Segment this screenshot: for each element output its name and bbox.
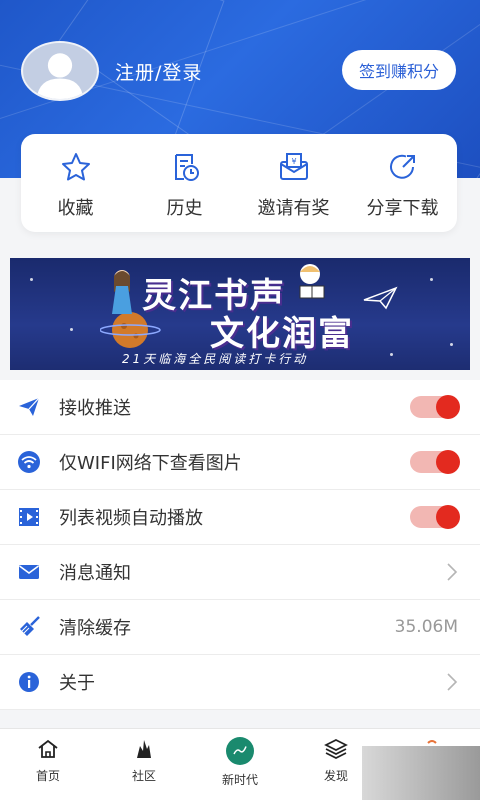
mail-icon [16, 559, 42, 585]
setting-wifi-images[interactable]: 仅WIFI网络下查看图片 [0, 435, 480, 490]
quick-action-history[interactable]: 历史 [130, 134, 239, 232]
discover-icon [324, 739, 348, 759]
autoplay-toggle[interactable] [410, 505, 460, 529]
tab-home[interactable]: 首页 [0, 729, 96, 800]
setting-label: 关于 [59, 673, 95, 694]
settings-list: 接收推送 仅WIFI网络下查看图片 列表视频自动播放 消息通知 清除缓存 35.… [0, 380, 480, 710]
corner-overlay [362, 746, 480, 800]
setting-clear-cache[interactable]: 清除缓存 35.06M [0, 600, 480, 655]
tab-label: 发现 [323, 769, 348, 783]
setting-receive-push[interactable]: 接收推送 [0, 380, 480, 435]
signin-points-button[interactable]: 签到赚积分 [342, 50, 456, 90]
tab-label: 新时代 [221, 773, 258, 787]
video-icon [16, 504, 42, 530]
new-era-icon [226, 737, 254, 765]
setting-label: 仅WIFI网络下查看图片 [59, 453, 242, 474]
push-toggle[interactable] [410, 395, 460, 419]
quick-action-label: 历史 [166, 198, 203, 219]
share-icon [389, 154, 415, 179]
info-icon [16, 669, 42, 695]
star-icon [61, 153, 90, 181]
banner-star [450, 343, 453, 346]
chevron-right-icon [447, 563, 458, 581]
tab-label: 社区 [131, 769, 156, 783]
paper-plane-icon [363, 286, 398, 310]
tab-label: 首页 [35, 769, 60, 783]
default-user-icon [23, 43, 97, 99]
quick-action-share[interactable]: 分享下载 [348, 134, 457, 232]
reading-campaign-banner[interactable]: 灵江书声 文化润富 21天临海全民阅读打卡行动 [10, 258, 470, 370]
tab-community[interactable]: 社区 [96, 729, 192, 800]
quick-action-label: 分享下载 [366, 198, 439, 219]
toggle-knob [436, 395, 460, 419]
banner-star [30, 278, 33, 281]
banner-star [70, 328, 73, 331]
setting-autoplay-video[interactable]: 列表视频自动播放 [0, 490, 480, 545]
chevron-right-icon [447, 673, 458, 691]
quick-actions-card: 收藏 历史 ¥ 邀请有奖 分享下载 [21, 134, 457, 232]
banner-star [430, 278, 433, 281]
quick-action-label: 收藏 [57, 198, 94, 219]
cache-size-value: 35.06M [394, 617, 458, 637]
broom-icon [16, 614, 42, 640]
setting-notifications[interactable]: 消息通知 [0, 545, 480, 600]
wifi-images-toggle[interactable] [410, 450, 460, 474]
history-icon [174, 154, 199, 181]
toggle-knob [436, 450, 460, 474]
quick-action-favorites[interactable]: 收藏 [21, 134, 130, 232]
community-icon [137, 740, 151, 758]
setting-label: 接收推送 [59, 398, 131, 419]
banner-title-line2: 文化润富 [210, 314, 354, 354]
quick-action-label: 邀请有奖 [257, 198, 330, 219]
quick-action-invite[interactable]: ¥ 邀请有奖 [239, 134, 348, 232]
send-icon [16, 394, 42, 420]
girl-reading-illustration [299, 264, 325, 299]
tab-new-era[interactable]: 新时代 [192, 729, 288, 800]
setting-label: 消息通知 [59, 563, 131, 584]
setting-label: 清除缓存 [59, 618, 131, 639]
wifi-icon [16, 449, 42, 475]
home-icon [38, 739, 58, 758]
banner-star [390, 353, 393, 356]
setting-label: 列表视频自动播放 [59, 508, 203, 529]
avatar[interactable] [21, 41, 99, 101]
invite-icon: ¥ [279, 153, 308, 180]
toggle-knob [436, 505, 460, 529]
svg-text:¥: ¥ [291, 157, 296, 166]
login-link[interactable]: 注册/登录 [115, 58, 202, 85]
setting-about[interactable]: 关于 [0, 655, 480, 710]
banner-subtitle: 21天临海全民阅读打卡行动 [122, 352, 309, 366]
